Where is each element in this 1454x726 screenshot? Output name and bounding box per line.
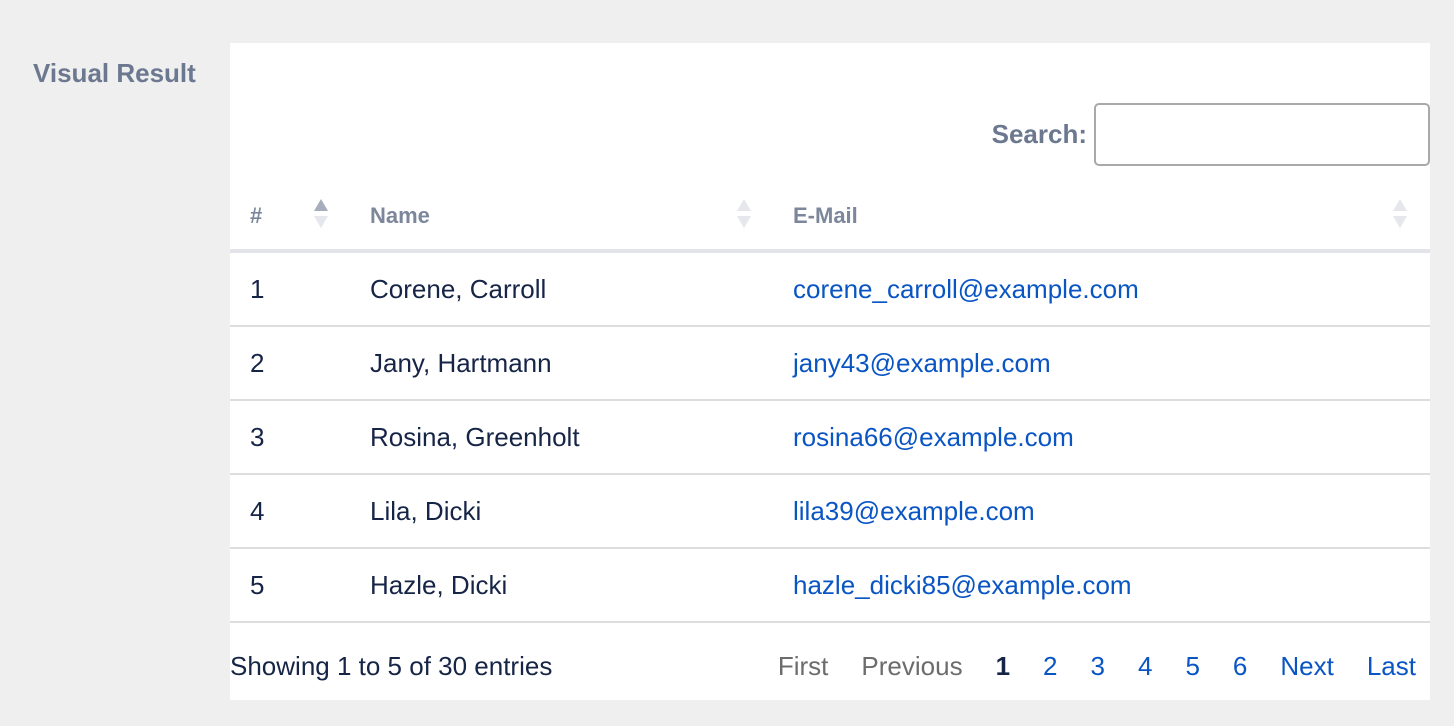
cell-name: Lila, Dicki [370,474,793,549]
row-number: 3 [250,421,265,452]
pagination-page-5[interactable]: 5 [1185,651,1199,682]
row-name: Corene, Carroll [370,273,547,304]
cell-number: 2 [230,326,370,401]
cell-email: jany43@example.com [793,326,1430,401]
pagination-page-4[interactable]: 4 [1138,651,1152,682]
pagination-page-3[interactable]: 3 [1091,651,1105,682]
row-name: Hazle, Dicki [370,569,508,600]
email-link[interactable]: lila39@example.com [793,496,1035,526]
pagination-next-button[interactable]: Next [1280,651,1333,682]
search-container: Search: [992,103,1430,166]
pagination-previous-button[interactable]: Previous [861,651,962,682]
cell-name: Corene, Carroll [370,251,793,327]
search-input[interactable] [1094,103,1430,166]
cell-number: 5 [230,548,370,623]
section-label: Visual Result [33,58,196,88]
pagination: First Previous 1 2 3 4 5 6 Next Last [778,651,1416,682]
email-link[interactable]: jany43@example.com [793,348,1051,378]
cell-name: Jany, Hartmann [370,326,793,401]
table-row: 1 Corene, Carroll corene_carroll@example.c… [230,251,1430,327]
row-number: 4 [250,495,265,526]
pagination-page-1[interactable]: 1 [996,651,1010,682]
column-header-label: E-Mail [793,203,858,228]
column-header-label: Name [370,203,430,228]
cell-number: 4 [230,474,370,549]
row-name: Rosina, Greenholt [370,421,580,452]
sort-ascending-icon[interactable] [314,199,328,231]
sort-icon[interactable] [737,199,751,231]
sort-icon[interactable] [1393,199,1407,231]
email-link[interactable]: corene_carroll@example.com [793,274,1139,304]
cell-name: Hazle, Dicki [370,548,793,623]
cell-email: hazle_dicki85@example.com [793,548,1430,623]
table-row: 5 Hazle, Dicki hazle_dicki85@example.com [230,548,1430,623]
cell-number: 3 [230,400,370,475]
search-label: Search: [991,119,1087,149]
column-header-email[interactable]: E-Mail [793,179,1430,253]
table-info: Showing 1 to 5 of 30 entries [230,651,553,681]
pagination-first-button[interactable]: First [778,651,829,682]
data-table: # Name E-Mail 1 Corene, Carroll corene_car… [230,179,1430,623]
column-header-name[interactable]: Name [370,179,793,253]
cell-email: lila39@example.com [793,474,1430,549]
pagination-page-2[interactable]: 2 [1043,651,1057,682]
cell-email: rosina66@example.com [793,400,1430,475]
row-number: 5 [250,569,265,600]
email-link[interactable]: rosina66@example.com [793,422,1074,452]
pagination-last-button[interactable]: Last [1367,651,1416,682]
pagination-page-6[interactable]: 6 [1233,651,1247,682]
cell-number: 1 [230,251,370,327]
table-row: 2 Jany, Hartmann jany43@example.com [230,326,1430,401]
table-row: 4 Lila, Dicki lila39@example.com [230,474,1430,549]
row-name: Jany, Hartmann [370,347,552,378]
cell-email: corene_carroll@example.com [793,251,1430,327]
table-row: 3 Rosina, Greenholt rosina66@example.com [230,400,1430,475]
table-header-row: # Name E-Mail [230,179,1430,253]
row-number: 1 [250,273,265,304]
column-header-number[interactable]: # [230,179,370,253]
row-number: 2 [250,347,265,378]
row-name: Lila, Dicki [370,495,482,526]
datatable-panel: Search: # Name E-Mail 1 Corene, Carroll co… [230,43,1430,700]
cell-name: Rosina, Greenholt [370,400,793,475]
email-link[interactable]: hazle_dicki85@example.com [793,570,1132,600]
column-header-label: # [250,203,263,228]
